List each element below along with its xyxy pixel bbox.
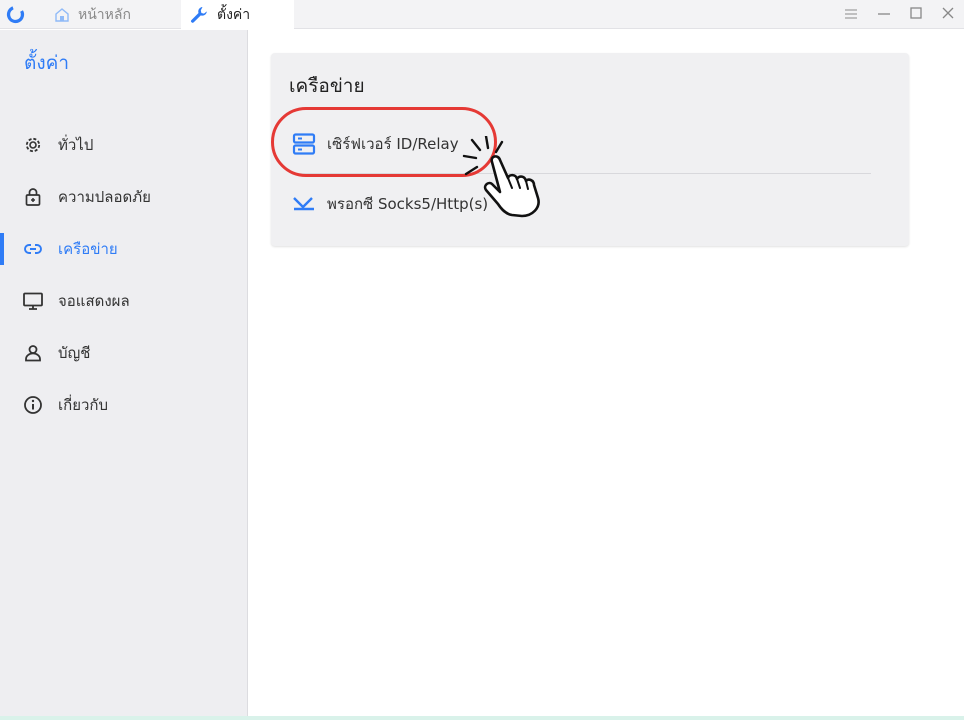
person-icon	[22, 342, 44, 364]
lock-icon	[22, 186, 44, 208]
close-button[interactable]	[937, 4, 959, 24]
gear-icon	[22, 134, 44, 156]
sidebar-item-label: เครือข่าย	[58, 240, 118, 258]
minimize-button[interactable]	[873, 4, 895, 24]
app-logo-icon	[6, 5, 25, 24]
pointer-hand-icon	[462, 136, 540, 218]
sidebar-item-label: ทั่วไป	[58, 136, 94, 154]
sidebar-title: ตั้งค่า	[24, 52, 69, 74]
bottom-edge	[0, 716, 964, 720]
sidebar-item-label: ความปลอดภัย	[58, 188, 151, 206]
minimize-icon	[877, 5, 891, 24]
menu-icon	[844, 5, 858, 24]
wrench-icon	[189, 5, 209, 25]
tab-home[interactable]: หน้าหลัก	[48, 0, 178, 29]
tab-home-label: หน้าหลัก	[78, 6, 131, 23]
sidebar-item-security[interactable]: ความปลอดภัย	[0, 177, 247, 217]
sidebar-item-label: จอแสดงผล	[58, 292, 130, 310]
monitor-icon	[22, 290, 44, 312]
sidebar-item-general[interactable]: ทั่วไป	[0, 125, 247, 165]
sidebar-item-label: บัญชี	[58, 344, 91, 362]
tab-settings-label: ตั้งค่า	[217, 6, 251, 23]
sidebar-item-display[interactable]: จอแสดงผล	[0, 281, 247, 321]
menu-button[interactable]	[840, 4, 862, 24]
info-icon	[22, 394, 44, 416]
sidebar: ตั้งค่า ทั่วไป ความปลอดภัย เครือข่าย จอแ…	[0, 30, 248, 720]
sidebar-item-account[interactable]: บัญชี	[0, 333, 247, 373]
proxy-row[interactable]: พรอกซี Socks5/Http(s)	[291, 189, 488, 219]
sidebar-item-network[interactable]: เครือข่าย	[0, 229, 247, 269]
link-icon	[22, 238, 44, 260]
home-icon	[54, 7, 70, 22]
title-bar: หน้าหลัก ตั้งค่า	[0, 0, 964, 29]
sidebar-item-label: เกี่ยวกับ	[58, 396, 109, 414]
sidebar-item-about[interactable]: เกี่ยวกับ	[0, 385, 247, 425]
proxy-icon	[291, 191, 317, 217]
close-icon	[941, 5, 955, 24]
maximize-icon	[909, 5, 923, 24]
card-title: เครือข่าย	[289, 75, 365, 97]
tab-settings[interactable]: ตั้งค่า	[181, 0, 294, 29]
maximize-button[interactable]	[905, 4, 927, 24]
